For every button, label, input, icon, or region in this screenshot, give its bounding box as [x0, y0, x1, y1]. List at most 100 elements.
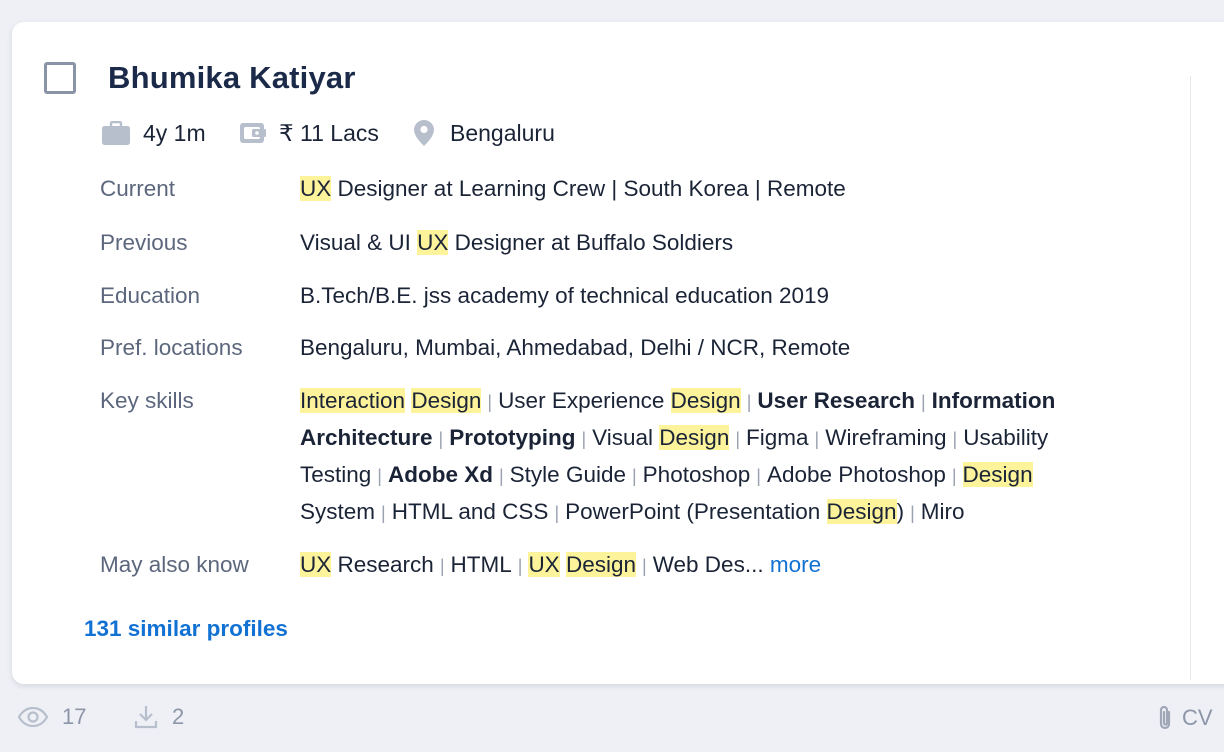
separator: |	[631, 466, 637, 486]
highlight-term: Design	[411, 388, 482, 413]
skill-text: Photoshop	[642, 462, 751, 487]
candidate-name[interactable]: Bhumika Katiyar	[108, 60, 356, 96]
separator: |	[381, 503, 386, 523]
skill-text: Miro	[920, 499, 965, 524]
current-value: UX Designer at Learning Crew | South Kor…	[300, 171, 1160, 207]
skill-item: User Experience Design	[498, 388, 741, 413]
separator: |	[517, 556, 523, 576]
highlight-term: Design	[565, 552, 637, 577]
pref-locations-label: Pref. locations	[100, 335, 243, 360]
separator: |	[438, 429, 444, 449]
salary-value: ₹ 11 Lacs	[279, 119, 379, 146]
skill-text: User Experience	[498, 388, 671, 413]
pref-locations-value: Bengaluru, Mumbai, Ahmedabad, Delhi / NC…	[300, 335, 851, 360]
also-know-item: Web Des...	[653, 552, 764, 577]
highlight-term: Design	[659, 425, 730, 450]
key-skills-label: Key skills	[100, 388, 194, 413]
skill-text: Research	[331, 552, 434, 577]
eye-icon	[18, 707, 48, 727]
skill-item: HTML and CSS	[392, 499, 549, 524]
skill-text: HTML	[450, 552, 512, 577]
skill-text: Adobe Xd	[387, 462, 493, 487]
skill-item: Photoshop	[643, 462, 751, 487]
skill-text: PowerPoint (Presentation	[565, 499, 827, 524]
may-also-know-label: May also know	[100, 552, 249, 577]
text-segment: Visual & UI	[300, 230, 418, 255]
select-checkbox[interactable]	[44, 62, 76, 94]
skill-item: User Research	[757, 388, 915, 413]
skill-text: Web Des...	[652, 552, 764, 577]
views-count: 17	[62, 704, 87, 729]
separator: |	[735, 429, 741, 449]
location-value: Bengaluru	[450, 119, 555, 146]
education-label: Education	[100, 283, 201, 308]
current-label: Current	[100, 176, 176, 201]
skill-text: Wireframing	[825, 425, 947, 450]
experience-value: 4y 1m	[143, 119, 206, 146]
download-icon	[134, 706, 158, 729]
skill-text: Visual	[592, 425, 660, 450]
skill-text: Figma	[746, 425, 809, 450]
vertical-divider	[1190, 76, 1191, 680]
highlight-term: UX	[417, 230, 449, 255]
separator: |	[439, 556, 445, 576]
more-link[interactable]: more	[764, 552, 821, 577]
skill-text: System	[300, 499, 376, 524]
skill-item: Adobe Xd	[388, 462, 493, 487]
separator: |	[642, 556, 647, 576]
skill-item: Visual Design	[592, 425, 730, 450]
paperclip-icon	[1159, 705, 1171, 730]
separator: |	[814, 429, 820, 449]
key-skills-list: Interaction Design | User Experience Desig…	[300, 383, 1160, 531]
education-value: B.Tech/B.E. jss academy of technical edu…	[300, 283, 830, 308]
previous-label: Previous	[100, 230, 188, 255]
highlight-term: UX	[300, 552, 332, 577]
skill-item: Adobe Photoshop	[767, 462, 946, 487]
text-segment: Designer at Buffalo Soldiers	[448, 230, 734, 255]
views-stat: 17	[18, 704, 86, 730]
skill-text: HTML and CSS	[391, 499, 549, 524]
separator: |	[498, 466, 504, 486]
skill-text: Adobe Photoshop	[766, 462, 946, 487]
separator: |	[554, 503, 560, 523]
skill-item: Interaction Design	[300, 388, 482, 413]
skill-item: Style Guide	[510, 462, 626, 487]
cv-attachment[interactable]: CV	[1156, 704, 1213, 732]
skill-text: Prototyping	[449, 425, 576, 450]
skill-item: Miro	[921, 499, 965, 524]
highlight-term: UX	[300, 176, 332, 201]
previous-value: Visual & UI UX Designer at Buffalo Soldi…	[300, 225, 1160, 261]
briefcase-icon	[102, 121, 130, 145]
separator: |	[756, 466, 761, 486]
downloads-stat: 2	[134, 704, 184, 730]
skill-text: )	[896, 499, 905, 524]
separator: |	[746, 392, 752, 412]
skill-item: Figma	[746, 425, 809, 450]
also-know-item: UX Design	[528, 552, 637, 577]
text-segment: Designer at Learning Crew | South Korea …	[331, 176, 846, 201]
skill-text: Style Guide	[509, 462, 626, 487]
highlight-term: Design	[670, 388, 741, 413]
highlight-term: Design	[962, 462, 1033, 487]
separator: |	[487, 392, 493, 412]
highlight-term: Design	[826, 499, 897, 524]
skill-item: Prototyping	[449, 425, 575, 450]
location-meta: Bengaluru	[414, 118, 555, 148]
wallet-icon	[240, 121, 266, 145]
separator: |	[951, 466, 957, 486]
separator: |	[952, 429, 958, 449]
separator: |	[581, 429, 587, 449]
highlight-term: Interaction	[300, 388, 406, 413]
skill-item: Wireframing	[825, 425, 946, 450]
downloads-count: 2	[172, 704, 185, 729]
skill-item: PowerPoint (Presentation Design)	[565, 499, 904, 524]
may-also-know-list: UX Research | HTML | UX Design | Web Des... mo…	[300, 547, 1160, 584]
experience-meta: 4y 1m	[102, 118, 206, 148]
separator: |	[377, 466, 382, 486]
similar-profiles-link[interactable]: 131 similar profiles	[84, 616, 288, 642]
highlight-term: UX	[528, 552, 560, 577]
skill-text: User Research	[757, 388, 915, 413]
also-know-item: HTML	[451, 552, 512, 577]
salary-meta: ₹ 11 Lacs	[240, 118, 379, 148]
separator: |	[920, 392, 926, 412]
